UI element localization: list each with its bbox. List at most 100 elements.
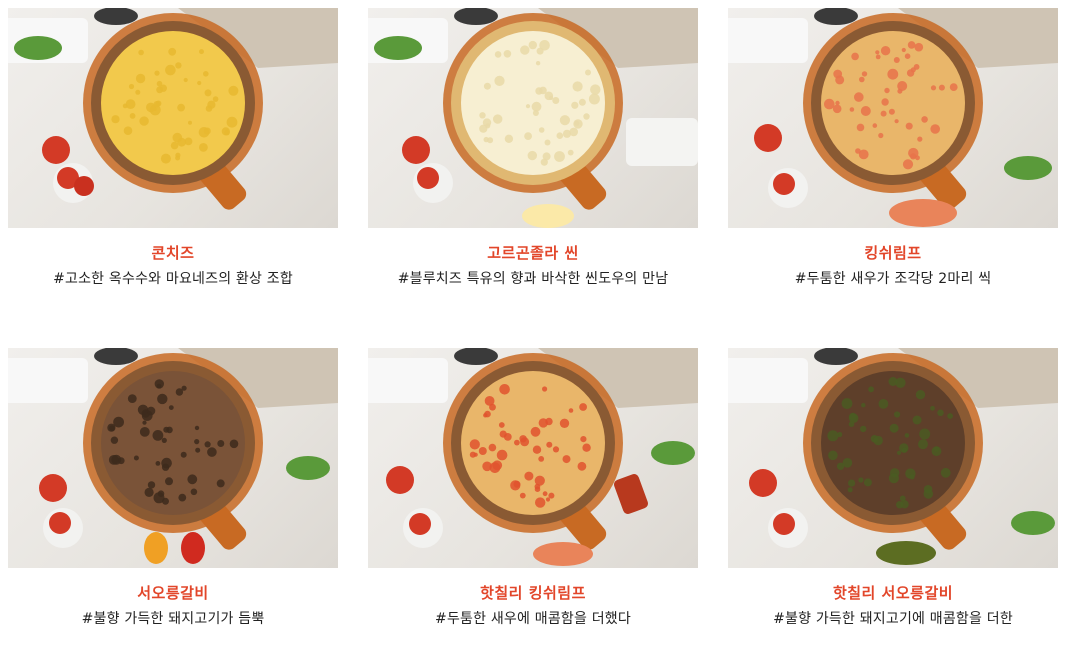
topping-piece	[194, 425, 200, 431]
herb-leaves	[1011, 511, 1055, 535]
topping-piece	[183, 77, 188, 83]
pizza-photo[interactable]	[728, 8, 1058, 228]
menu-card[interactable]: 핫칠리 서오릉갈비 #불향 가득한 돼지고기에 매콤함을 더한	[728, 348, 1058, 629]
topping-piece	[947, 413, 953, 419]
topping-piece	[181, 385, 187, 391]
topping-piece	[902, 159, 914, 170]
topping-piece	[487, 137, 494, 144]
topping-piece	[933, 446, 940, 452]
topping-piece	[863, 478, 872, 487]
topping-piece	[552, 97, 560, 104]
topping-piece	[153, 492, 165, 504]
pizza-photo[interactable]	[728, 348, 1058, 568]
topping-piece	[161, 457, 172, 469]
menu-item-name[interactable]: 서오릉갈비	[8, 583, 338, 603]
topping-piece	[524, 471, 534, 481]
topping-piece	[930, 405, 935, 411]
topping-piece	[905, 122, 913, 130]
topping-piece	[930, 124, 940, 134]
topping-piece	[195, 447, 201, 453]
menu-card[interactable]: 고르곤졸라 씬 #블루치즈 특유의 향과 바삭한 씬도우의 만남	[368, 8, 698, 289]
menu-item-description: #고소한 옥수수와 마요네즈의 환상 조합	[53, 271, 293, 287]
menu-item-description: #두툼한 새우가 조각당 2마리 씩	[794, 271, 992, 287]
topping-piece	[841, 398, 853, 409]
topping-piece	[175, 155, 181, 161]
menu-item-name[interactable]: 고르곤졸라 씬	[368, 243, 698, 263]
topping-piece	[137, 404, 149, 415]
topping-piece	[530, 426, 541, 437]
pizza-illustration	[368, 348, 698, 566]
topping-piece	[915, 390, 926, 400]
topping-piece	[496, 449, 508, 461]
topping-piece	[129, 113, 136, 119]
topping-piece	[835, 100, 840, 106]
menu-card[interactable]: 서오릉갈비 #불향 가득한 돼지고기가 듬뿍	[8, 348, 338, 629]
topping-piece	[827, 430, 839, 442]
topping-piece	[147, 481, 156, 489]
topping-piece	[921, 116, 928, 123]
menu-card[interactable]: 킹쉬림프 #두툼한 새우가 조각당 2마리 씩	[728, 8, 1058, 289]
menu-item-name[interactable]: 핫칠리 킹쉬림프	[368, 583, 698, 603]
pizza-photo[interactable]	[8, 348, 338, 568]
topping-piece	[484, 396, 495, 406]
topping-piece	[139, 427, 150, 437]
topping-piece	[861, 71, 868, 77]
topping-piece	[937, 409, 944, 417]
pizza-illustration	[8, 8, 338, 210]
herb-leaves	[374, 36, 422, 60]
topping-piece	[901, 47, 906, 53]
menu-grid: 콘치즈 #고소한 옥수수와 마요네즈의 환상 조합 고르곤졸라 씬 #블루치즈 …	[0, 0, 1065, 645]
jalapeno-pile	[876, 541, 936, 565]
topping-piece	[172, 132, 183, 143]
topping-piece	[904, 53, 911, 59]
menu-card[interactable]: 콘치즈 #고소한 옥수수와 마요네즈의 환상 조합	[8, 8, 338, 289]
topping-piece	[918, 439, 928, 450]
pepper-bowl	[454, 8, 498, 25]
pizza-photo[interactable]	[8, 8, 338, 228]
topping-piece	[914, 42, 924, 52]
topping-piece	[535, 61, 541, 66]
topping-piece	[859, 76, 865, 83]
menu-item-name[interactable]: 콘치즈	[8, 243, 338, 263]
topping-piece	[847, 487, 853, 493]
topping-piece	[888, 108, 895, 115]
menu-card[interactable]: 핫칠리 킹쉬림프 #두툼한 새우에 매콤함을 더했다	[368, 348, 698, 629]
topping-piece	[889, 423, 899, 433]
topping-piece	[556, 132, 564, 139]
tomato	[773, 173, 795, 195]
tomato	[773, 513, 795, 535]
topping-piece	[229, 439, 239, 449]
white-tray	[728, 358, 808, 403]
topping-piece	[542, 386, 548, 392]
menu-item-name[interactable]: 핫칠리 서오릉갈비	[728, 583, 1058, 603]
topping-piece	[572, 81, 583, 92]
topping-piece	[861, 403, 866, 408]
topping-piece	[559, 418, 570, 428]
herb-leaves	[286, 456, 330, 480]
menu-item-description: #불향 가득한 돼지고기에 매콤함을 더한	[773, 611, 1013, 627]
menu-item-name[interactable]: 킹쉬림프	[728, 243, 1058, 263]
topping-piece	[199, 49, 204, 55]
topping-piece	[168, 405, 174, 410]
topping-piece	[548, 492, 555, 499]
topping-piece	[123, 126, 133, 135]
topping-piece	[139, 116, 149, 126]
topping-piece	[835, 75, 845, 85]
topping-piece	[824, 98, 835, 110]
topping-piece	[493, 114, 503, 124]
topping-piece	[153, 101, 160, 108]
pizza-photo[interactable]	[368, 348, 698, 568]
topping-piece	[525, 104, 531, 109]
topping-piece	[907, 41, 916, 49]
topping-piece	[479, 112, 486, 119]
topping-piece	[567, 149, 574, 156]
topping-piece	[544, 91, 554, 101]
topping-piece	[913, 64, 920, 70]
topping-piece	[571, 101, 579, 109]
topping-piece	[938, 84, 945, 91]
pizza-photo[interactable]	[368, 8, 698, 228]
yellow-pepper	[144, 532, 168, 564]
topping-piece	[894, 411, 901, 418]
topping-piece	[165, 64, 176, 76]
topping-piece	[534, 475, 545, 486]
